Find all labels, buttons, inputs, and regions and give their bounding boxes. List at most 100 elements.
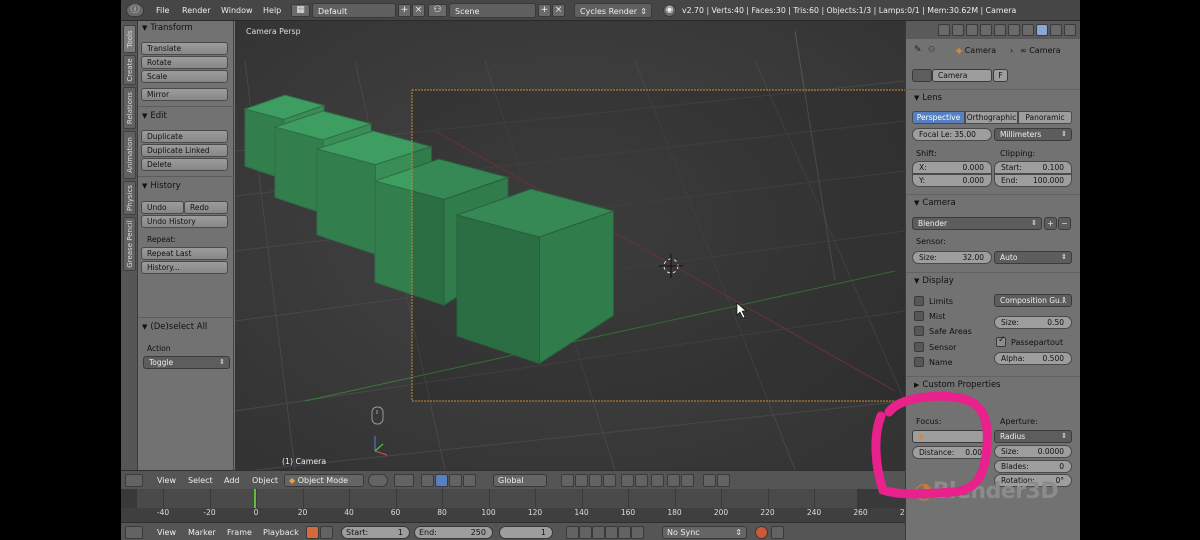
tab-relations[interactable]: Relations bbox=[123, 87, 136, 129]
focal-length-field[interactable]: Focal Le: 35.00 bbox=[912, 128, 992, 141]
scale-manipulator-icon[interactable] bbox=[463, 474, 476, 487]
panel-header-camera[interactable]: ▼ Camera bbox=[906, 194, 1080, 211]
current-frame-field[interactable]: 1 bbox=[499, 526, 553, 539]
panel-header-history[interactable]: ▼ History bbox=[142, 180, 181, 193]
tab-grease-pencil[interactable]: Grease Pencil bbox=[123, 217, 136, 271]
menu-playback[interactable]: Playback bbox=[263, 526, 299, 539]
duplicate-linked-button[interactable]: Duplicate Linked bbox=[141, 144, 228, 157]
display-size-field[interactable]: Size: 0.50 bbox=[994, 316, 1072, 329]
record-icon[interactable] bbox=[755, 526, 768, 539]
keying-icon[interactable] bbox=[771, 526, 784, 539]
delete-button[interactable]: Delete bbox=[141, 158, 228, 171]
sensor-size-field[interactable]: Size: 32.00 bbox=[912, 251, 992, 264]
frame-icon[interactable] bbox=[320, 526, 333, 539]
scene-field[interactable]: Scene bbox=[449, 3, 536, 18]
snap-magnet-icon[interactable] bbox=[667, 474, 680, 487]
lens-type-panoramic[interactable]: Panoramic bbox=[1018, 111, 1072, 124]
screen-layout-icon[interactable]: ▦ bbox=[291, 4, 310, 17]
breadcrumb-object[interactable]: ◆ Camera bbox=[956, 46, 996, 55]
mode-select[interactable]: ◆ Object Mode bbox=[284, 474, 364, 487]
shading-sphere-icon[interactable] bbox=[368, 474, 388, 487]
undo-button[interactable]: Undo bbox=[141, 201, 184, 214]
lens-unit-select[interactable]: Millimeters ⇕ bbox=[994, 128, 1072, 141]
add-layout-icon[interactable]: + bbox=[398, 4, 411, 17]
layer-grid-icon[interactable] bbox=[603, 474, 616, 487]
texture-icon[interactable] bbox=[1064, 24, 1076, 36]
alpha-field[interactable]: Alpha: 0.500 bbox=[994, 352, 1072, 365]
camera-preset-select[interactable]: Blender ⇕ bbox=[912, 217, 1042, 230]
constraints-icon[interactable] bbox=[1008, 24, 1020, 36]
manipulator-toggle-icon[interactable] bbox=[421, 474, 434, 487]
editor-type-3d-icon[interactable] bbox=[125, 474, 143, 487]
world-icon[interactable] bbox=[980, 24, 992, 36]
render-preview-icon[interactable] bbox=[703, 474, 716, 487]
translate-button[interactable]: Translate bbox=[141, 42, 228, 55]
operator-panel-header[interactable]: ▼ (De)select All bbox=[142, 321, 207, 334]
layer-grid-icon[interactable] bbox=[561, 474, 574, 487]
menu-window[interactable]: Window bbox=[221, 3, 253, 18]
scene-icon[interactable]: ⚇ bbox=[428, 4, 447, 17]
start-frame-field[interactable]: Start: 1 bbox=[341, 526, 410, 539]
sync-mode-select[interactable]: No Sync ⇕ bbox=[662, 526, 747, 539]
timeline[interactable]: -40 -20 0 20 40 60 80 100 120 140 160 180 200 220 240 2… bbox=[121, 489, 914, 522]
jump-keyframe-back-icon[interactable] bbox=[579, 526, 592, 539]
mirror-button[interactable]: Mirror bbox=[141, 88, 228, 101]
end-frame-field[interactable]: End: 250 bbox=[414, 526, 493, 539]
render-preview-icon[interactable] bbox=[717, 474, 730, 487]
layer-grid-icon[interactable] bbox=[635, 474, 648, 487]
add-preset-icon[interactable]: + bbox=[1044, 217, 1057, 230]
undo-history-button[interactable]: Undo History bbox=[141, 215, 228, 228]
clip-start-field[interactable]: Start: 0.100 bbox=[994, 161, 1072, 174]
panel-header-display[interactable]: ▼ Display bbox=[906, 272, 1080, 289]
data-icon[interactable] bbox=[1036, 24, 1048, 36]
render-layers-icon[interactable] bbox=[952, 24, 964, 36]
menu-help[interactable]: Help bbox=[263, 3, 281, 18]
lock-icon[interactable] bbox=[651, 474, 664, 487]
duplicate-button[interactable]: Duplicate bbox=[141, 130, 228, 143]
datablock-name-field[interactable]: Camera bbox=[932, 69, 992, 82]
rotate-manipulator-icon[interactable] bbox=[449, 474, 462, 487]
menu-add[interactable]: Add bbox=[224, 474, 240, 487]
tab-animation[interactable]: Animation bbox=[123, 131, 136, 179]
menu-select[interactable]: Select bbox=[188, 474, 213, 487]
rotate-button[interactable]: Rotate bbox=[141, 56, 228, 69]
name-checkbox[interactable] bbox=[914, 357, 924, 367]
layer-grid-icon[interactable] bbox=[589, 474, 602, 487]
tab-physics[interactable]: Physics bbox=[123, 181, 136, 215]
composition-guides-select[interactable]: Composition Gu... ⇕ bbox=[994, 294, 1072, 307]
layer-grid-icon[interactable] bbox=[575, 474, 588, 487]
modifiers-icon[interactable] bbox=[1022, 24, 1034, 36]
aperture-type-select[interactable]: Radius ⇕ bbox=[994, 430, 1072, 443]
redo-button[interactable]: Redo bbox=[184, 201, 228, 214]
panel-header-edit[interactable]: ▼ Edit bbox=[142, 110, 167, 123]
shift-y-field[interactable]: Y: 0.000 bbox=[912, 174, 992, 187]
repeat-last-button[interactable]: Repeat Last bbox=[141, 247, 228, 260]
lens-type-perspective[interactable]: Perspective bbox=[912, 111, 965, 124]
menu-frame[interactable]: Frame bbox=[227, 526, 252, 539]
menu-object[interactable]: Object bbox=[252, 474, 278, 487]
timeline-ruler[interactable] bbox=[121, 489, 905, 508]
screen-layout-field[interactable]: Default bbox=[312, 3, 396, 18]
action-select[interactable]: Toggle ⇕ bbox=[143, 356, 230, 369]
remove-preset-icon[interactable]: − bbox=[1058, 217, 1071, 230]
tab-tools[interactable]: Tools bbox=[123, 25, 136, 53]
panel-header-lens[interactable]: ▼ Lens bbox=[906, 89, 1080, 106]
orientation-select[interactable]: Global bbox=[493, 474, 547, 487]
aperture-size-field[interactable]: Size: 0.0000 bbox=[994, 445, 1072, 458]
object-icon[interactable] bbox=[994, 24, 1006, 36]
history-button[interactable]: History... bbox=[141, 261, 228, 274]
safe-areas-checkbox[interactable] bbox=[914, 326, 924, 336]
shift-x-field[interactable]: X: 0.000 bbox=[912, 161, 992, 174]
jump-start-icon[interactable] bbox=[566, 526, 579, 539]
render-engine-select[interactable]: Cycles Render ⇕ bbox=[574, 3, 652, 18]
add-scene-icon[interactable]: + bbox=[538, 4, 551, 17]
lens-type-orthographic[interactable]: Orthographic bbox=[965, 111, 1018, 124]
passepartout-checkbox[interactable]: ✓ bbox=[996, 335, 1006, 347]
mist-checkbox[interactable] bbox=[914, 311, 924, 321]
sensor-fit-select[interactable]: Auto ⇕ bbox=[994, 251, 1072, 264]
menu-file[interactable]: File bbox=[156, 3, 169, 18]
preview-range-icon[interactable] bbox=[306, 526, 319, 539]
pin-icon[interactable]: ✎ bbox=[914, 45, 922, 55]
datablock-browse-icon[interactable] bbox=[912, 69, 932, 82]
translate-manipulator-icon[interactable] bbox=[435, 474, 448, 487]
